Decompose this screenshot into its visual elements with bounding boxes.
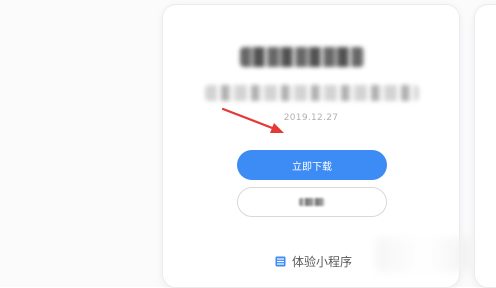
blurred-overlay <box>376 238 472 272</box>
list-icon <box>275 256 286 267</box>
mini-program-label: 体验小程序 <box>292 254 353 269</box>
adjacent-card-edge <box>474 4 496 288</box>
blurred-secondary-label <box>299 198 325 206</box>
mini-program-link[interactable]: 体验小程序 <box>275 253 352 269</box>
red-arrow-icon <box>221 107 284 133</box>
secondary-button[interactable] <box>237 187 387 217</box>
download-button[interactable]: 立即下载 <box>237 150 387 180</box>
blurred-description <box>205 85 419 101</box>
blurred-title <box>240 47 364 67</box>
release-date: 2019.12.27 <box>283 113 339 123</box>
